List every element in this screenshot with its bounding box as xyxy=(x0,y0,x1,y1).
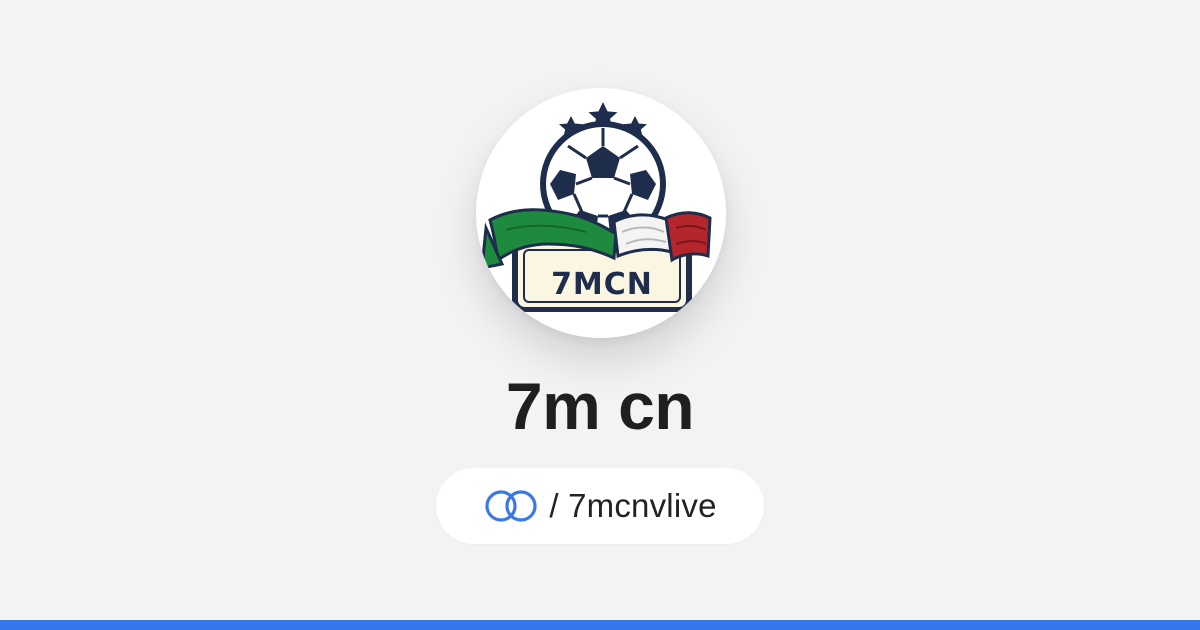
ribbon-red xyxy=(664,211,712,263)
profile-avatar[interactable]: 7MCN xyxy=(476,88,726,338)
ribbon-white xyxy=(612,213,674,259)
profile-handle: / 7mcnvlive xyxy=(549,487,717,524)
chain-link-icon xyxy=(485,490,537,522)
profile-handle-link[interactable]: / 7mcnvlive xyxy=(436,468,764,544)
profile-name: 7m cn xyxy=(505,369,695,443)
accent-bar xyxy=(0,620,1200,630)
logo-text: 7MCN xyxy=(551,267,653,302)
soccer-ball-logo: 7MCN xyxy=(480,102,712,312)
